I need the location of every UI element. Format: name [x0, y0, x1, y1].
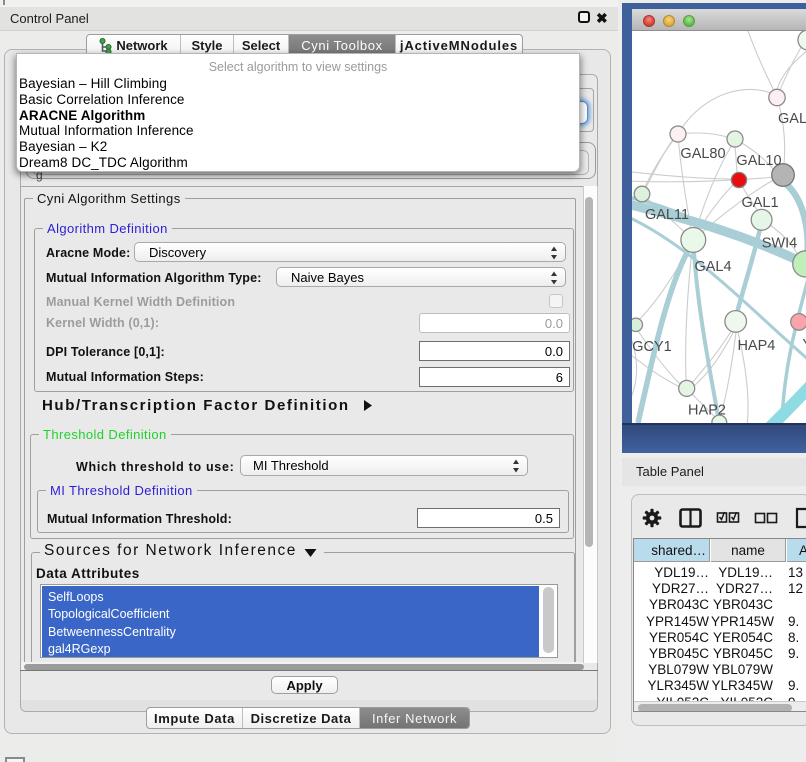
- svg-text:GAL1: GAL1: [741, 195, 778, 211]
- svg-text:HAP2: HAP2: [688, 402, 726, 418]
- svg-text:Y: Y: [802, 337, 806, 353]
- svg-text:HAP4: HAP4: [737, 338, 775, 354]
- svg-text:SWI4: SWI4: [762, 235, 797, 251]
- svg-text:GAL10: GAL10: [736, 153, 781, 169]
- svg-text:GCY1: GCY1: [632, 339, 672, 355]
- svg-text:GAL2: GAL2: [778, 111, 806, 127]
- svg-text:GAL80: GAL80: [680, 146, 725, 162]
- svg-text:GAL4: GAL4: [694, 259, 731, 275]
- svg-text:GAL11: GAL11: [645, 207, 689, 223]
